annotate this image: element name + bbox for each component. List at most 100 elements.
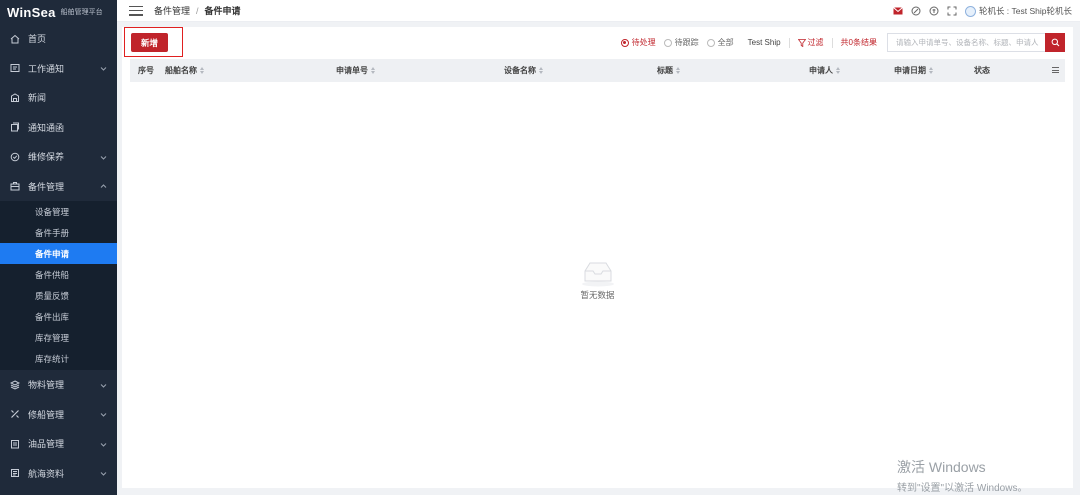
sidebar-item-maintenance[interactable]: 维修保养 (0, 142, 117, 172)
fullscreen-icon[interactable] (947, 6, 957, 16)
user-menu[interactable]: 轮机长 : Test Ship轮机长 (964, 5, 1072, 17)
column-label: 设备名称 (504, 66, 536, 75)
column-header-applicant[interactable]: 申请人 (809, 65, 840, 76)
breadcrumb-item[interactable]: 备件管理 (154, 4, 190, 17)
sidebar: WinSea 船舶管理平台 首页 工作通知 新闻 通知通函 维修保养 备件管理 … (0, 0, 117, 495)
chevron-down-icon (100, 154, 107, 161)
submenu-item-quality[interactable]: 质量反馈 (0, 285, 117, 306)
sidebar-item-label: 修船管理 (28, 409, 65, 420)
column-label: 标题 (657, 66, 673, 75)
divider (788, 37, 790, 48)
sort-icon[interactable] (371, 67, 375, 74)
sidebar-item-spare-parts[interactable]: 备件管理 (0, 172, 117, 202)
sidebar-item-label: 新闻 (28, 93, 47, 104)
avatar (964, 5, 976, 17)
new-button[interactable]: 新增 (131, 33, 168, 52)
search-button[interactable] (1045, 33, 1065, 52)
sort-icon[interactable] (836, 67, 840, 74)
spareparts-icon (10, 181, 20, 191)
sidebar-item-label: 备件管理 (28, 181, 65, 192)
sort-icon[interactable] (200, 67, 204, 74)
submenu-item-manual[interactable]: 备件手册 (0, 222, 117, 243)
empty-inbox-icon (580, 259, 616, 287)
radio-label: 待处理 (631, 38, 656, 47)
divider (831, 37, 833, 48)
breadcrumb-separator: / (196, 5, 199, 16)
radio-label: 待跟踪 (674, 38, 699, 47)
submenu-item-statistics[interactable]: 库存统计 (0, 349, 117, 370)
column-header-ship[interactable]: 船舶名称 (165, 65, 204, 76)
sidebar-item-repair[interactable]: 修船管理 (0, 399, 117, 429)
maintenance-icon (10, 152, 20, 162)
top-header: 备件管理 / 备件申请 轮机长 : Test Ship轮机长 (117, 0, 1080, 22)
submenu-item-equipment[interactable]: 设备管理 (0, 201, 117, 222)
chevron-down-icon (100, 470, 107, 477)
sidebar-item-home[interactable]: 首页 (0, 24, 117, 54)
ship-selector[interactable]: Test Ship (748, 38, 781, 47)
header-actions: 轮机长 : Test Ship轮机长 (893, 0, 1072, 22)
sort-icon[interactable] (929, 67, 933, 74)
radio-pending[interactable]: 待处理 (620, 37, 656, 48)
submenu-item-inventory[interactable]: 库存管理 (0, 328, 117, 349)
column-settings-icon[interactable] (1052, 67, 1059, 74)
notice-icon (10, 63, 20, 73)
submenu-item-outbound[interactable]: 备件出库 (0, 306, 117, 327)
column-label: 序号 (138, 66, 154, 75)
watermark-subtitle: 转到"设置"以激活 Windows。 (897, 483, 1028, 494)
sort-icon[interactable] (539, 67, 543, 74)
sidebar-item-label: 通知通函 (28, 122, 65, 133)
radio-dot (706, 38, 715, 47)
column-header-title[interactable]: 标题 (657, 65, 680, 76)
sidebar-item-oil[interactable]: 油品管理 (0, 429, 117, 459)
oil-icon (10, 439, 20, 449)
language-icon[interactable] (929, 6, 939, 16)
search-input[interactable] (887, 33, 1045, 52)
column-header-request-no[interactable]: 申请单号 (336, 65, 375, 76)
filter-icon (797, 38, 806, 47)
mail-icon[interactable] (893, 6, 903, 16)
empty-text: 暂无数据 (580, 290, 615, 300)
user-name: 轮机长 : Test Ship轮机长 (978, 6, 1072, 16)
material-icon (10, 379, 20, 390)
sidebar-item-label: 航海资料 (28, 468, 65, 479)
table-header: 序号 船舶名称 申请单号 设备名称 标题 申请人 申请日期 状态 (130, 59, 1065, 82)
sidebar-item-label: 油品管理 (28, 439, 65, 449)
chevron-down-icon (100, 411, 107, 418)
spare-parts-submenu: 设备管理 备件手册 备件申请 备件供船 质量反馈 备件出库 库存管理 库存统计 (0, 201, 117, 370)
sidebar-item-circular[interactable]: 通知通函 (0, 113, 117, 143)
column-label: 船舶名称 (165, 66, 197, 75)
sidebar-item-material[interactable]: 物料管理 (0, 370, 117, 400)
brand-name: WinSea (7, 4, 56, 20)
menu-toggle-icon[interactable] (129, 5, 143, 16)
column-header-equipment[interactable]: 设备名称 (504, 65, 543, 76)
brand-subtitle: 船舶管理平台 (60, 9, 103, 16)
radio-tracking[interactable]: 待跟踪 (663, 37, 699, 48)
windows-activation-watermark: 激活 Windows 转到"设置"以激活 Windows。 (897, 457, 1027, 494)
submenu-item-supply[interactable]: 备件供船 (0, 264, 117, 285)
column-header-date[interactable]: 申请日期 (894, 65, 933, 76)
column-label: 申请单号 (336, 66, 368, 75)
main-content: 新增 待处理 待跟踪 全部 Test Ship 过滤 共0条结果 请输入申请单号… (122, 27, 1073, 488)
sort-icon[interactable] (676, 67, 680, 74)
nautical-icon (10, 468, 20, 478)
sidebar-item-work-notice[interactable]: 工作通知 (0, 54, 117, 84)
sidebar-item-news[interactable]: 新闻 (0, 83, 117, 113)
sidebar-item-nautical[interactable]: 航海资料 (0, 458, 117, 488)
chevron-down-icon (100, 382, 107, 389)
status-filters: 待处理 待跟踪 全部 Test Ship 过滤 共0条结果 (620, 37, 877, 48)
column-header-index: 序号 (138, 65, 154, 76)
column-label: 状态 (974, 66, 990, 75)
filter-label: 过滤 (807, 38, 824, 47)
radio-all[interactable]: 全部 (706, 37, 734, 48)
filter-button[interactable]: 过滤 (797, 37, 824, 48)
repair-icon (10, 409, 20, 419)
watermark-title: 激活 Windows (897, 459, 986, 475)
column-header-status: 状态 (974, 65, 990, 76)
toolbar: 新增 待处理 待跟踪 全部 Test Ship 过滤 共0条结果 (122, 27, 1073, 59)
submenu-item-request[interactable]: 备件申请 (0, 243, 117, 265)
column-label: 申请日期 (894, 66, 926, 75)
radio-label: 全部 (717, 38, 734, 47)
compass-icon[interactable] (911, 6, 921, 16)
empty-state: 暂无数据 (122, 259, 1073, 301)
sidebar-item-label: 首页 (28, 34, 47, 45)
